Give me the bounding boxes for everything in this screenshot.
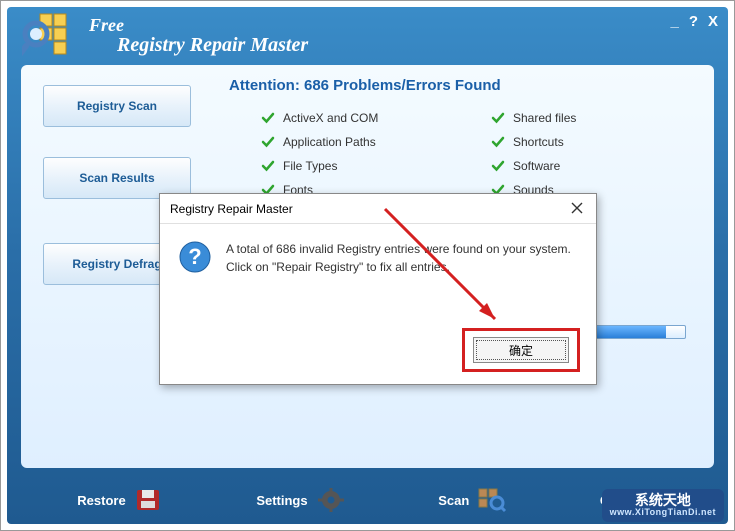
close-button[interactable]: X [708,13,718,30]
annotation-highlight: 确定 [462,328,580,372]
category-item: Software [491,159,641,173]
watermark-url: www.XiTongTianDi.net [610,508,716,518]
dialog-title-text: Registry Repair Master [170,202,293,216]
screenshot-frame: Free Registry Repair Master _ ? X Regist… [0,0,735,531]
category-item: Application Paths [261,135,461,149]
check-icon [491,135,505,149]
category-item: File Types [261,159,461,173]
ok-button[interactable]: 确定 [473,337,569,363]
app-title-line1: Free [89,16,308,35]
attention-heading: Attention: 686 Problems/Errors Found [229,77,501,94]
scan-icon [477,487,507,513]
watermark-text: 系统天地 [610,493,716,508]
category-item: Shortcuts [491,135,641,149]
app-logo-icon [19,11,79,61]
button-label: Registry Scan [77,99,157,113]
category-item: Shared files [491,111,641,125]
footer-scan[interactable]: Scan [438,487,507,513]
dialog-text: A total of 686 invalid Registry entries … [226,240,571,276]
registry-scan-button[interactable]: Registry Scan [43,85,191,127]
category-label: Shared files [513,111,576,125]
message-dialog: Registry Repair Master ? A total of 686 … [159,193,597,385]
footer-label: Restore [77,493,125,508]
category-label: ActiveX and COM [283,111,378,125]
app-title: Free Registry Repair Master [89,16,308,56]
check-icon [261,111,275,125]
check-icon [261,159,275,173]
help-button[interactable]: ? [689,13,698,30]
titlebar: Free Registry Repair Master _ ? X [7,7,728,65]
category-list: ActiveX and COM Shared files Application… [261,111,641,197]
footer-restore[interactable]: Restore [77,487,163,513]
footer-label: Scan [438,493,469,508]
app-title-line2: Registry Repair Master [117,35,308,56]
footer-label: Settings [256,493,307,508]
minimize-button[interactable]: _ [670,13,678,30]
progress-bar [590,325,686,339]
dialog-line1: A total of 686 invalid Registry entries … [226,240,571,258]
progress-fill [591,326,666,338]
dialog-footer: 确定 [462,328,580,372]
dialog-close-button[interactable] [566,198,588,218]
svg-text:?: ? [188,244,201,269]
category-label: Software [513,159,560,173]
button-label: Scan Results [79,171,154,185]
footer-settings[interactable]: Settings [256,487,345,513]
button-label: Registry Defrag [72,257,161,271]
check-icon [261,135,275,149]
watermark: 系统天地 www.XiTongTianDi.net [602,489,724,522]
check-icon [491,159,505,173]
category-label: Application Paths [283,135,376,149]
check-icon [491,111,505,125]
category-label: File Types [283,159,337,173]
question-icon: ? [178,240,212,274]
dialog-titlebar: Registry Repair Master [160,194,596,224]
category-item: ActiveX and COM [261,111,461,125]
disk-icon [134,487,164,513]
gear-icon [316,487,346,513]
dialog-line2: Click on "Repair Registry" to fix all en… [226,258,571,276]
dialog-body: ? A total of 686 invalid Registry entrie… [160,224,596,286]
window-controls: _ ? X [670,13,718,30]
watermark-box: 系统天地 www.XiTongTianDi.net [602,489,724,522]
category-label: Shortcuts [513,135,564,149]
